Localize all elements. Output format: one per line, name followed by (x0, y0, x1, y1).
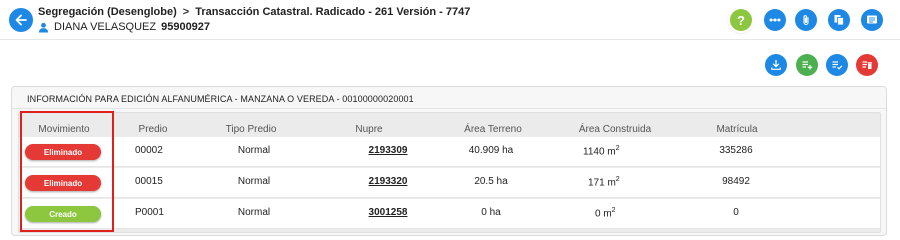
chevron-right-icon: > (182, 6, 190, 18)
table-row: Eliminado 00015 Normal 2193320 20.5 ha 1… (19, 168, 880, 198)
area-terreno-cell: 20.5 ha (474, 176, 508, 187)
nupre-link[interactable]: 3001258 (369, 207, 408, 218)
matricula-cell: 98492 (722, 176, 750, 187)
status-badge-creado[interactable]: Creado (25, 206, 101, 222)
nupre-link[interactable]: 2193320 (369, 176, 408, 187)
column-header-movimiento: Movimiento (38, 124, 90, 135)
help-icon: ? (737, 12, 745, 28)
unit-exponent: 2 (615, 145, 620, 152)
status-badge-eliminado[interactable]: Eliminado (25, 175, 101, 191)
add-to-list-button[interactable] (796, 54, 818, 76)
matricula-cell: 0 (733, 207, 739, 218)
area-value: 1140 m (583, 146, 616, 158)
area-value: 0 m (595, 208, 612, 220)
predio-cell: 00002 (135, 145, 163, 156)
status-badge-eliminado[interactable]: Eliminado (25, 144, 101, 160)
user-name: DIANA VELASQUEZ (54, 21, 157, 33)
area-value: 171 m (588, 177, 616, 189)
alphanumeric-edit-panel: INFORMACIÓN PARA EDICIÓN ALFANUMÉRICA - … (11, 86, 887, 236)
area-terreno-cell: 0 ha (481, 207, 501, 218)
playlist-check-icon (832, 61, 843, 70)
delete-list-button[interactable] (856, 54, 878, 76)
attachment-button[interactable] (795, 9, 817, 31)
page-title: Segregación (Desenglobe) > Transacción C… (38, 6, 470, 18)
more-options-button[interactable] (764, 9, 786, 31)
delete-icon (862, 61, 872, 69)
copy-icon (834, 15, 844, 26)
user-icon (38, 22, 49, 33)
nupre-link[interactable]: 2193309 (369, 145, 408, 156)
predio-cell: 00015 (135, 176, 163, 187)
table-row: Eliminado 00002 Normal 2193309 40.909 ha… (19, 137, 880, 167)
paperclip-icon (803, 15, 809, 26)
area-construida-cell: 1140 m2 (583, 145, 620, 157)
user-id: 95900927 (161, 21, 211, 33)
copy-button[interactable] (828, 9, 850, 31)
breadcrumb-subtitle: Transacción Catastral. Radicado - 261 Ve… (195, 6, 471, 18)
area-construida-cell: 0 m2 (595, 207, 616, 219)
unit-exponent: 2 (615, 176, 620, 183)
more-horizontal-icon (769, 18, 781, 22)
validate-list-button[interactable] (826, 54, 848, 76)
column-header-matricula: Matrícula (716, 124, 758, 135)
header-bar: Segregación (Desenglobe) > Transacción C… (0, 0, 900, 40)
unit-exponent: 2 (611, 207, 616, 214)
breadcrumb-title: Segregación (Desenglobe) (38, 6, 177, 18)
tipo-predio-cell: Normal (237, 145, 271, 156)
matricula-cell: 335286 (719, 145, 753, 156)
table-row: Creado P0001 Normal 3001258 0 ha 0 m2 0 (19, 199, 880, 229)
area-construida-cell: 171 m2 (588, 176, 620, 188)
message-icon (867, 15, 877, 24)
tipo-predio-cell: Normal (237, 207, 271, 218)
help-button[interactable]: ? (730, 9, 752, 31)
column-header-nupre: Nupre (355, 124, 383, 135)
tipo-predio-cell: Normal (237, 176, 271, 187)
column-header-area-terreno: Área Terreno (464, 124, 522, 135)
panel-title: INFORMACIÓN PARA EDICIÓN ALFANUMÉRICA - … (27, 94, 414, 104)
download-button[interactable] (765, 54, 787, 76)
divider (12, 108, 886, 109)
column-header-tipo-predio: Tipo Predio (225, 124, 277, 135)
column-header-area-construida: Área Construida (578, 124, 652, 135)
back-button[interactable] (9, 8, 33, 32)
playlist-add-icon (802, 61, 813, 70)
user-info: DIANA VELASQUEZ 95900927 (38, 21, 210, 33)
download-icon (771, 59, 781, 70)
notes-button[interactable] (861, 9, 883, 31)
column-header-predio: Predio (138, 124, 168, 135)
predios-table: Movimiento Predio Tipo Predio Nupre Área… (18, 112, 881, 233)
predio-cell: P0001 (135, 207, 164, 218)
arrow-left-icon (15, 14, 27, 26)
area-terreno-cell: 40.909 ha (468, 145, 514, 156)
